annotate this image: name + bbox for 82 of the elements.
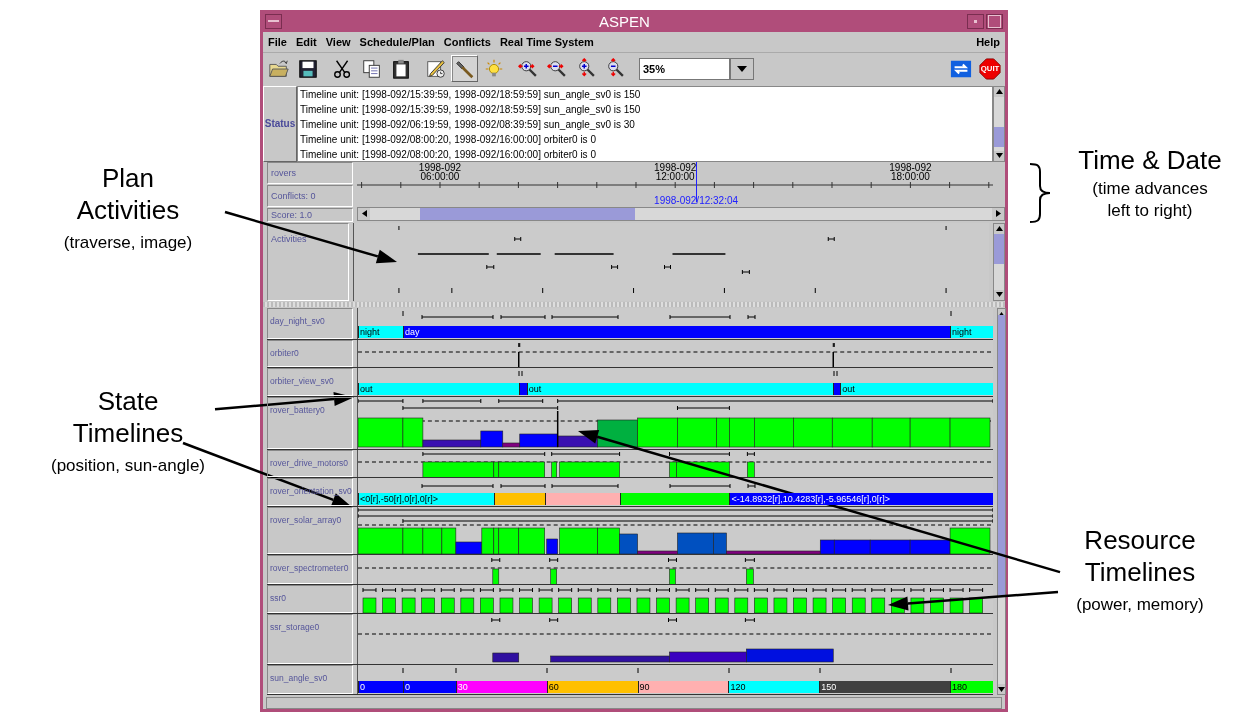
annotation-heading: Plan Activities: [75, 162, 181, 226]
header-label: rovers: [267, 161, 353, 184]
menu-item[interactable]: File: [268, 35, 287, 48]
tick-label: 1998-092 18:00:00: [889, 162, 932, 181]
timeline-label: rover_battery0: [267, 397, 353, 450]
state-segment: out: [358, 383, 519, 396]
annotation-heading: State Timelines: [71, 385, 185, 449]
hammer-button[interactable]: [451, 55, 478, 83]
state-segment: <-14.8932[r],10.4283[r],-5.96546[r],0[r]>: [729, 493, 993, 506]
current-time-label: 1998-092/12:32:04: [654, 194, 739, 206]
state-segment: 60: [546, 681, 638, 694]
state-segment: 120: [728, 681, 820, 694]
menu-item[interactable]: Conflicts: [443, 35, 491, 48]
header-label: Score: 1.0: [267, 207, 353, 222]
copy-icon: [360, 57, 383, 80]
vertical-scrollbar[interactable]: [993, 85, 1005, 162]
vertical-scrollbar[interactable]: [993, 222, 1005, 301]
state-segment: 0: [358, 681, 403, 694]
menu-item[interactable]: Edit: [295, 35, 317, 48]
menu-item[interactable]: Real Time System: [499, 35, 594, 48]
menu-item[interactable]: Schedule/Plan: [359, 35, 435, 48]
folder-icon: [267, 57, 290, 80]
state-segment: 90: [637, 681, 729, 694]
state-segment: out: [526, 383, 834, 396]
vertical-scrollbar[interactable]: [997, 308, 1006, 696]
left-arrow-icon: [361, 210, 367, 217]
right-arrow-icon: [995, 210, 1001, 217]
state-segment: night: [358, 326, 403, 339]
state-segment: 150: [819, 681, 951, 694]
down-arrow-icon: [998, 686, 1005, 692]
annotation-note: (traverse, image): [62, 232, 194, 254]
dropdown-button[interactable]: [730, 57, 754, 80]
log-line: Timeline unit: [1998-092/08:00:20, 1998-092/16:00:00] orbiter0 is 0: [300, 147, 597, 161]
horizontal-scrollbar[interactable]: [357, 206, 1005, 221]
scroll-thumb[interactable]: [420, 207, 635, 220]
up-arrow-icon: [995, 89, 1003, 94]
down-arrow-icon: [995, 153, 1003, 158]
state-segment: day: [402, 326, 951, 339]
state-segment: <0[r],-50[r],0[r],0[r]>: [358, 493, 494, 506]
timeline-label: day_night_sv0: [267, 308, 353, 340]
scroll-thumb[interactable]: [998, 315, 1005, 596]
menu-item[interactable]: Help: [976, 35, 1000, 48]
status-label: Status: [263, 85, 297, 162]
zoom-field[interactable]: 35%: [639, 57, 730, 80]
annotation-note: (time advances left to right): [1091, 178, 1209, 222]
timeline-label: sun_angle_sv0: [267, 665, 353, 695]
log-line: Timeline unit: [1998-092/08:00:20, 1998-092/16:00:00] orbiter0 is 0: [300, 132, 597, 146]
menu-item[interactable]: View: [325, 35, 351, 48]
timeline-label: orbiter_view_sv0: [267, 368, 353, 397]
tick-label: 1998-092 12:00:00: [654, 162, 697, 181]
time-cursor[interactable]: [696, 161, 698, 202]
timeline-label: Activities: [267, 222, 350, 301]
timeline-label: rover_spectrometer0: [267, 555, 353, 585]
state-segment: 0: [402, 681, 456, 694]
window-menu-button[interactable]: [265, 13, 282, 29]
annotation-heading: Resource Timelines: [1083, 524, 1197, 588]
pencil-icon: [424, 57, 447, 80]
scroll-thumb[interactable]: [994, 126, 1004, 147]
scroll-thumb[interactable]: [994, 233, 1004, 264]
state-segment: 30: [455, 681, 547, 694]
caret-icon: [737, 65, 747, 72]
window-title: ASPEN: [598, 12, 651, 30]
log-line: Timeline unit: [1998-092/15:39:59, 1998-092/18:59:59] sun_angle_sv0 is 150: [300, 102, 642, 116]
state-segment: night: [950, 326, 993, 339]
minimize-button[interactable]: [967, 13, 984, 29]
log-line: Timeline unit: [1998-092/06:19:59, 1998-092/08:39:59] sun_angle_sv0 is 30: [300, 117, 636, 131]
maximize-button[interactable]: [986, 13, 1003, 29]
up-arrow-icon: [995, 226, 1003, 231]
log-line: Timeline unit: [1998-092/15:39:59, 1998-092/18:59:59] sun_angle_sv0 is 150: [300, 87, 642, 101]
timeline-label: rover_drive_motors0: [267, 450, 353, 478]
tick-label: 1998-092 06:00:00: [418, 162, 462, 181]
down-arrow-icon: [995, 292, 1003, 297]
state-segment: 180: [950, 681, 993, 694]
timeline-label: rover_solar_array0: [267, 507, 353, 555]
annotation-note: (position, sun-angle): [50, 455, 206, 477]
state-segment: out: [840, 383, 993, 396]
timeline-label: ssr_storage0: [267, 614, 353, 665]
annotation-heading: Time & Date: [1077, 144, 1223, 176]
timeline-label: ssr0: [267, 585, 353, 614]
header-label: Conflicts: 0: [267, 184, 353, 207]
timeline-label: orbiter0: [267, 340, 353, 368]
annotation-note: (power, memory): [1075, 594, 1205, 616]
